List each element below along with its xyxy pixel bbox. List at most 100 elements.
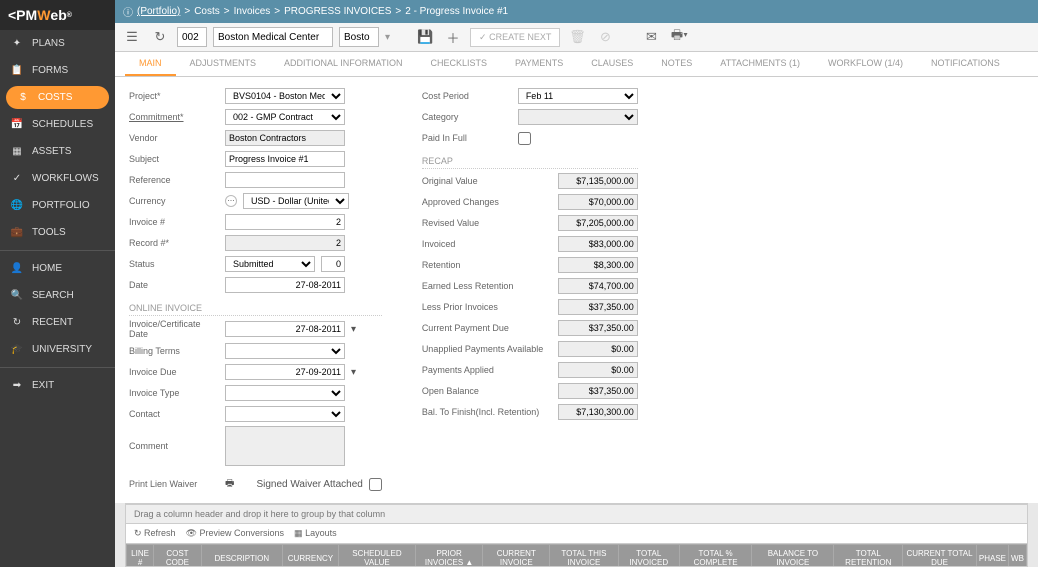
col-header[interactable]: DESCRIPTION bbox=[201, 545, 282, 567]
menu-icon[interactable]: ☰ bbox=[121, 26, 143, 48]
add-icon[interactable]: ＋ bbox=[442, 26, 464, 48]
col-header[interactable]: TOTAL THIS INVOICE bbox=[550, 545, 619, 567]
tab-additional-information[interactable]: ADDITIONAL INFORMATION bbox=[270, 52, 417, 76]
invoice-no-input[interactable] bbox=[225, 214, 345, 230]
group-by-hint[interactable]: Drag a column header and drop it here to… bbox=[125, 504, 1028, 524]
invoiced bbox=[558, 236, 638, 252]
grid-refresh-button[interactable]: ↻ Refresh bbox=[134, 528, 176, 539]
portfolio-icon: 🌐 bbox=[10, 200, 24, 211]
save-icon[interactable]: 💾 bbox=[414, 26, 436, 48]
tab-checklists[interactable]: CHECKLISTS bbox=[417, 52, 502, 76]
sidebar-item-assets[interactable]: ▦ASSETS bbox=[0, 138, 115, 165]
sidebar-item-recent[interactable]: ↻RECENT bbox=[0, 309, 115, 336]
date-input[interactable] bbox=[225, 277, 345, 293]
sidebar-item-schedules[interactable]: 📅SCHEDULES bbox=[0, 111, 115, 138]
col-header[interactable]: PHASE bbox=[976, 545, 1008, 567]
currency-picker-icon[interactable]: ⋯ bbox=[225, 195, 237, 207]
sidebar-item-home[interactable]: 👤HOME bbox=[0, 255, 115, 282]
university-icon: 🎓 bbox=[10, 344, 24, 355]
sidebar-item-forms[interactable]: 📋FORMS bbox=[0, 57, 115, 84]
reference-input[interactable] bbox=[225, 172, 345, 188]
grid-preview-button[interactable]: 👁 Preview Conversions bbox=[186, 528, 284, 539]
revised-value bbox=[558, 215, 638, 231]
sidebar-item-costs[interactable]: $COSTS bbox=[6, 86, 109, 109]
print-icon[interactable]: 🖶▾ bbox=[668, 26, 690, 48]
tab-clauses[interactable]: CLAUSES bbox=[577, 52, 647, 76]
breadcrumb-portfolio[interactable]: (Portfolio) bbox=[137, 6, 180, 17]
billing-terms-select[interactable] bbox=[225, 343, 345, 359]
sidebar-item-exit[interactable]: ➡EXIT bbox=[0, 372, 115, 399]
project-code-input[interactable] bbox=[177, 27, 207, 47]
comment-textarea[interactable] bbox=[225, 426, 345, 466]
vendor-input bbox=[225, 130, 345, 146]
create-next-button[interactable]: ✓ CREATE NEXT bbox=[470, 28, 560, 47]
toolbar: ☰ ↻ ▾ 💾 ＋ ✓ CREATE NEXT 🗑 ⊘ ✉ 🖶▾ bbox=[115, 23, 1038, 52]
col-header[interactable]: PRIOR INVOICES ▲ bbox=[415, 545, 483, 567]
payments-applied bbox=[558, 362, 638, 378]
col-header[interactable]: CURRENCY bbox=[282, 545, 338, 567]
col-header[interactable]: SCHEDULED VALUE bbox=[339, 545, 416, 567]
email-icon[interactable]: ✉ bbox=[640, 26, 662, 48]
tab-attachments-[interactable]: ATTACHMENTS (1) bbox=[706, 52, 814, 76]
col-header[interactable]: TOTAL % COMPLETE bbox=[679, 545, 752, 567]
workflows-icon: ✓ bbox=[10, 173, 24, 184]
project-name-input[interactable] bbox=[213, 27, 333, 47]
grid-layouts-button[interactable]: ▦ Layouts bbox=[294, 528, 337, 539]
sidebar: <PMWeb® ✦PLANS📋FORMS$COSTS📅SCHEDULES▦ASS… bbox=[0, 0, 115, 567]
tab-notes[interactable]: NOTES bbox=[647, 52, 706, 76]
schedules-icon: 📅 bbox=[10, 119, 24, 130]
sidebar-item-workflows[interactable]: ✓WORKFLOWS bbox=[0, 165, 115, 192]
tab-workflow-[interactable]: WORKFLOW (1/4) bbox=[814, 52, 917, 76]
col-header[interactable]: WB bbox=[1009, 545, 1027, 567]
tab-adjustments[interactable]: ADJUSTMENTS bbox=[176, 52, 271, 76]
form-left-column: Project*BVS0104 - Boston Medical Center … bbox=[129, 87, 382, 493]
sidebar-item-university[interactable]: 🎓UNIVERSITY bbox=[0, 336, 115, 363]
balance-to-finish bbox=[558, 404, 638, 420]
invoice-type-select[interactable] bbox=[225, 385, 345, 401]
tab-main[interactable]: MAIN bbox=[125, 52, 176, 76]
col-header[interactable]: CURRENT INVOICE bbox=[483, 545, 550, 567]
status-rev-input[interactable] bbox=[321, 256, 345, 272]
current-payment-due bbox=[558, 320, 638, 336]
subject-input[interactable] bbox=[225, 151, 345, 167]
location-input[interactable] bbox=[339, 27, 379, 47]
original-value bbox=[558, 173, 638, 189]
inv-cert-date-input[interactable] bbox=[225, 321, 345, 337]
costs-icon: $ bbox=[16, 92, 30, 103]
form-right-column: Cost PeriodFeb 11 Category Paid In Full … bbox=[422, 87, 638, 493]
unapplied-payments bbox=[558, 341, 638, 357]
col-header[interactable]: BALANCE TO INVOICE bbox=[752, 545, 834, 567]
col-header[interactable]: TOTAL INVOICED bbox=[618, 545, 679, 567]
sidebar-item-portfolio[interactable]: 🌐PORTFOLIO bbox=[0, 192, 115, 219]
tools-icon: 💼 bbox=[10, 227, 24, 238]
print-icon[interactable]: 🖶 bbox=[225, 476, 234, 493]
commitment-select[interactable]: 002 - GMP Contract bbox=[225, 109, 345, 125]
invoice-due-input[interactable] bbox=[225, 364, 345, 380]
col-header[interactable]: COST CODE bbox=[154, 545, 202, 567]
calendar-icon[interactable]: ▾ bbox=[351, 367, 356, 378]
refresh-icon[interactable]: ↻ bbox=[149, 26, 171, 48]
category-select[interactable] bbox=[518, 109, 638, 125]
project-select[interactable]: BVS0104 - Boston Medical Center bbox=[225, 88, 345, 104]
tab-notifications[interactable]: NOTIFICATIONS bbox=[917, 52, 1014, 76]
contact-select[interactable] bbox=[225, 406, 345, 422]
calendar-icon[interactable]: ▾ bbox=[351, 324, 356, 335]
sidebar-item-plans[interactable]: ✦PLANS bbox=[0, 30, 115, 57]
paid-in-full-checkbox[interactable] bbox=[518, 132, 531, 145]
sidebar-item-search[interactable]: 🔍SEARCH bbox=[0, 282, 115, 309]
cost-period-select[interactable]: Feb 11 bbox=[518, 88, 638, 104]
cancel-icon[interactable]: ⊘ bbox=[594, 26, 616, 48]
sidebar-item-tools[interactable]: 💼TOOLS bbox=[0, 219, 115, 246]
forms-icon: 📋 bbox=[10, 65, 24, 76]
tab-payments[interactable]: PAYMENTS bbox=[501, 52, 577, 76]
col-header[interactable]: TOTAL RETENTION bbox=[834, 545, 903, 567]
info-icon[interactable]: ⓘ bbox=[123, 4, 133, 19]
breadcrumb: ⓘ (Portfolio) >Costs >Invoices >PROGRESS… bbox=[115, 0, 1038, 23]
currency-select[interactable]: USD - Dollar (United States of America) bbox=[243, 193, 349, 209]
col-header[interactable]: LINE # bbox=[127, 545, 154, 567]
delete-icon[interactable]: 🗑 bbox=[566, 26, 588, 48]
grid: Drag a column header and drop it here to… bbox=[125, 503, 1028, 567]
status-select[interactable]: Submitted bbox=[225, 256, 315, 272]
signed-waiver-checkbox[interactable] bbox=[369, 478, 382, 491]
col-header[interactable]: CURRENT TOTAL DUE bbox=[903, 545, 977, 567]
